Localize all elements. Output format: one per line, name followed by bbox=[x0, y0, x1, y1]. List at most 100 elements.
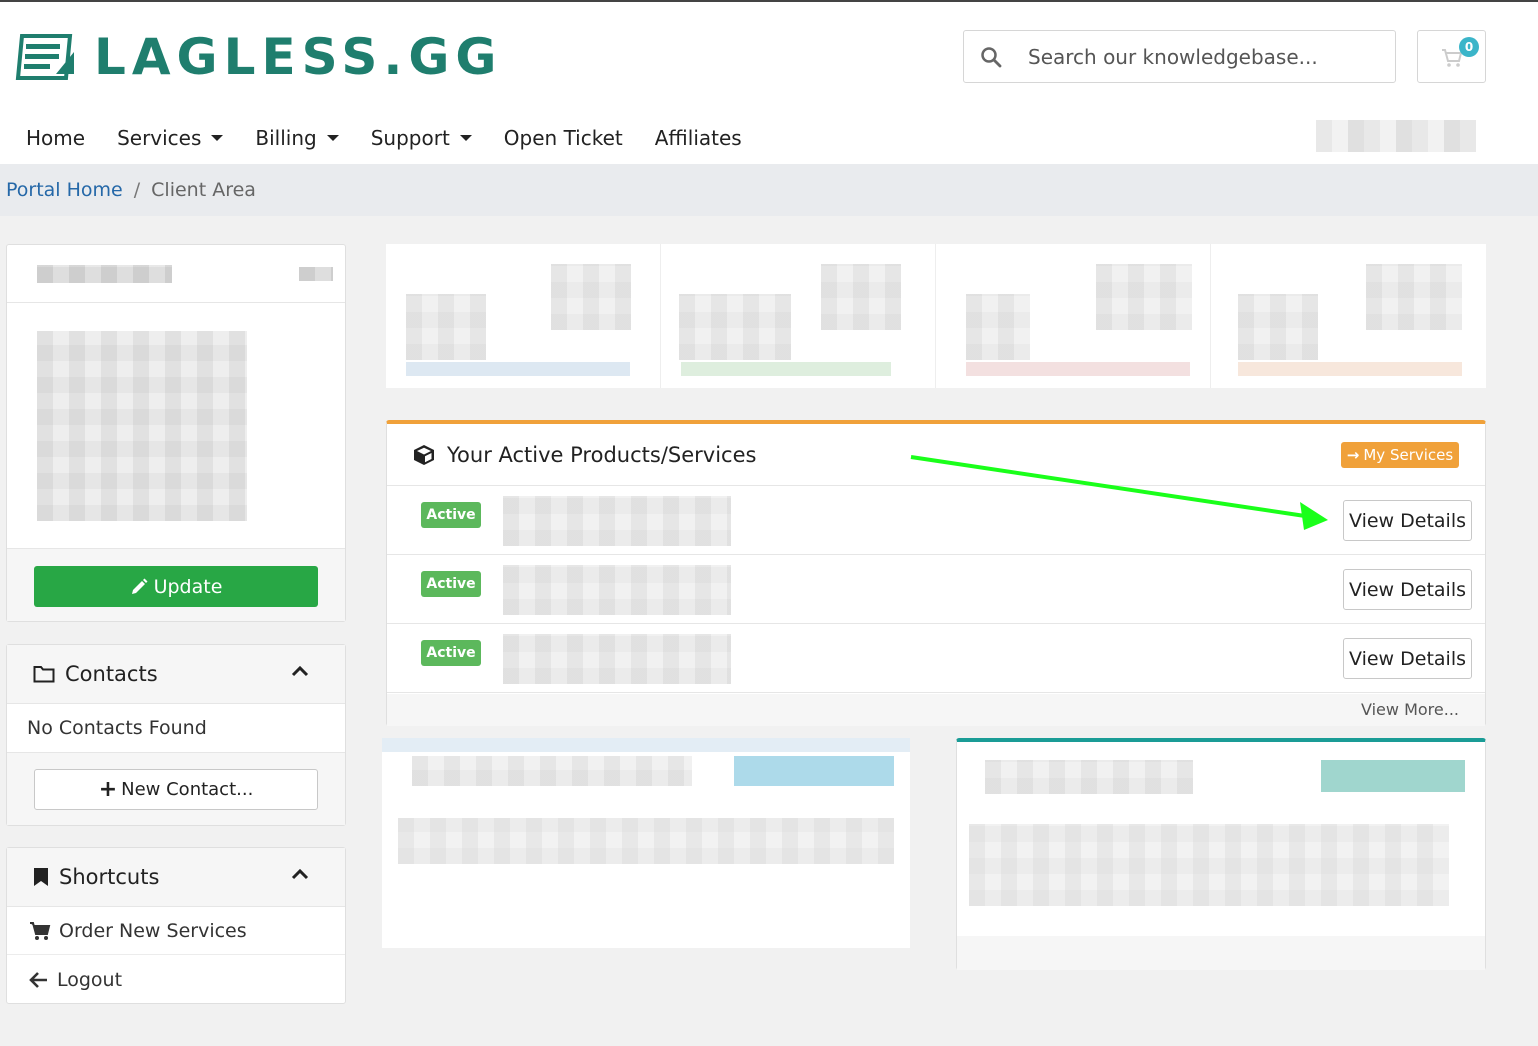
stat-bar bbox=[681, 362, 891, 376]
brand-logo[interactable]: LAGLESS.GG bbox=[14, 30, 502, 84]
nav-label: Services bbox=[117, 126, 202, 150]
contacts-footer: + New Contact... bbox=[7, 752, 345, 825]
products-header: Your Active Products/Services → My Servi… bbox=[387, 424, 1485, 486]
view-details-button[interactable]: View Details bbox=[1343, 638, 1472, 679]
view-details-button[interactable]: View Details bbox=[1343, 569, 1472, 610]
redacted-stat-value bbox=[821, 264, 901, 330]
cart-icon bbox=[30, 921, 51, 940]
breadcrumb-home-link[interactable]: Portal Home bbox=[6, 179, 123, 201]
shortcut-order-new-services[interactable]: Order New Services bbox=[7, 907, 345, 955]
redacted-card-right bbox=[956, 738, 1486, 970]
redacted-card-body bbox=[969, 824, 1449, 906]
redacted-card-left bbox=[382, 738, 910, 948]
profile-card: Update bbox=[6, 244, 346, 622]
caret-down-icon bbox=[326, 135, 339, 141]
stat-tile[interactable] bbox=[936, 244, 1211, 388]
caret-down-icon bbox=[211, 135, 224, 141]
stats-tiles bbox=[386, 244, 1486, 388]
arrow-right-icon: → bbox=[1346, 446, 1360, 464]
redacted-stat-icon bbox=[406, 294, 486, 360]
stat-tile[interactable] bbox=[661, 244, 936, 388]
arrow-left-icon bbox=[29, 972, 47, 988]
redacted-stat-value bbox=[1096, 264, 1192, 330]
shortcut-label: Logout bbox=[57, 969, 123, 991]
cart-button[interactable]: 0 bbox=[1417, 30, 1486, 83]
cart-count-badge: 0 bbox=[1459, 37, 1479, 57]
status-badge: Active bbox=[421, 640, 481, 666]
pencil-icon bbox=[131, 578, 148, 594]
breadcrumb-separator: / bbox=[133, 179, 141, 201]
redacted-card-button[interactable] bbox=[1321, 760, 1465, 792]
nav-affiliates[interactable]: Affiliates bbox=[639, 122, 758, 154]
plus-icon: + bbox=[98, 777, 118, 802]
nav-support[interactable]: Support bbox=[355, 122, 488, 154]
update-button[interactable]: Update bbox=[34, 566, 318, 607]
status-badge: Active bbox=[421, 502, 481, 528]
contacts-title: Contacts bbox=[65, 662, 158, 686]
redacted-address bbox=[37, 331, 247, 521]
nav-label: Billing bbox=[255, 126, 317, 150]
product-row[interactable]: Active View Details bbox=[387, 555, 1485, 624]
stat-bar bbox=[406, 362, 630, 376]
new-contact-button[interactable]: + New Contact... bbox=[34, 769, 318, 810]
stat-bar bbox=[966, 362, 1190, 376]
site-header: LAGLESS.GG 0 Home Services Billing Suppo… bbox=[0, 2, 1538, 164]
redacted-name bbox=[37, 265, 172, 283]
status-badge: Active bbox=[421, 571, 481, 597]
shortcut-logout[interactable]: Logout bbox=[7, 956, 345, 1004]
search-input[interactable] bbox=[1028, 44, 1388, 69]
redacted-stat-icon bbox=[1238, 294, 1318, 360]
shortcut-label: Order New Services bbox=[59, 919, 247, 942]
caret-down-icon bbox=[459, 135, 472, 141]
shortcuts-header[interactable]: Shortcuts bbox=[7, 848, 345, 907]
knowledgebase-search[interactable] bbox=[963, 30, 1396, 83]
redacted-stat-icon bbox=[966, 294, 1030, 360]
folder-icon bbox=[33, 666, 55, 683]
redacted-meta bbox=[299, 267, 333, 281]
active-products-card: Your Active Products/Services → My Servi… bbox=[386, 420, 1486, 726]
shortcuts-card: Shortcuts Order New Services Logout bbox=[6, 847, 346, 1004]
redacted-stat-value bbox=[1366, 264, 1462, 330]
card-top-accent bbox=[382, 738, 910, 752]
user-menu-redacted[interactable] bbox=[1316, 120, 1476, 152]
products-title: Your Active Products/Services bbox=[447, 442, 757, 467]
breadcrumb-current: Client Area bbox=[151, 179, 256, 201]
nav-open-ticket[interactable]: Open Ticket bbox=[488, 122, 639, 154]
chevron-up-icon[interactable] bbox=[291, 665, 309, 677]
nav-home[interactable]: Home bbox=[10, 122, 101, 154]
profile-card-footer: Update bbox=[7, 548, 345, 621]
update-label: Update bbox=[153, 575, 223, 598]
my-services-label: My Services bbox=[1363, 446, 1454, 464]
chevron-up-icon[interactable] bbox=[291, 868, 309, 880]
shortcuts-title: Shortcuts bbox=[59, 865, 160, 889]
nav-label: Open Ticket bbox=[503, 126, 623, 150]
redacted-card-title bbox=[985, 760, 1193, 794]
contacts-card: Contacts No Contacts Found + New Contact… bbox=[6, 644, 346, 826]
brand-name: LAGLESS.GG bbox=[94, 28, 503, 86]
contacts-header[interactable]: Contacts bbox=[7, 645, 345, 704]
products-footer: View More... bbox=[387, 694, 1485, 726]
search-icon bbox=[981, 46, 1002, 67]
product-row[interactable]: Active View Details bbox=[387, 486, 1485, 555]
my-services-button[interactable]: → My Services bbox=[1341, 442, 1459, 468]
breadcrumb: Portal Home / Client Area bbox=[0, 164, 1538, 216]
nav-services[interactable]: Services bbox=[101, 122, 239, 154]
redacted-product-name bbox=[503, 565, 731, 615]
redacted-card-button[interactable] bbox=[734, 756, 894, 786]
new-contact-label: New Contact... bbox=[121, 779, 254, 800]
view-details-button[interactable]: View Details bbox=[1343, 500, 1472, 541]
redacted-stat-icon bbox=[679, 294, 791, 360]
stat-tile[interactable] bbox=[1211, 244, 1486, 388]
nav-label: Support bbox=[370, 126, 450, 150]
view-more-link[interactable]: View More... bbox=[1361, 700, 1459, 719]
main-nav: Home Services Billing Support Open Ticke… bbox=[10, 122, 758, 154]
nav-billing[interactable]: Billing bbox=[239, 122, 354, 154]
stat-bar bbox=[1238, 362, 1462, 376]
redacted-card-body bbox=[398, 818, 894, 864]
redacted-card-title bbox=[412, 756, 692, 786]
stat-tile[interactable] bbox=[386, 244, 661, 388]
redacted-product-name bbox=[503, 634, 731, 684]
product-row[interactable]: Active View Details bbox=[387, 624, 1485, 693]
cube-icon bbox=[414, 444, 434, 465]
logo-icon bbox=[15, 34, 74, 80]
